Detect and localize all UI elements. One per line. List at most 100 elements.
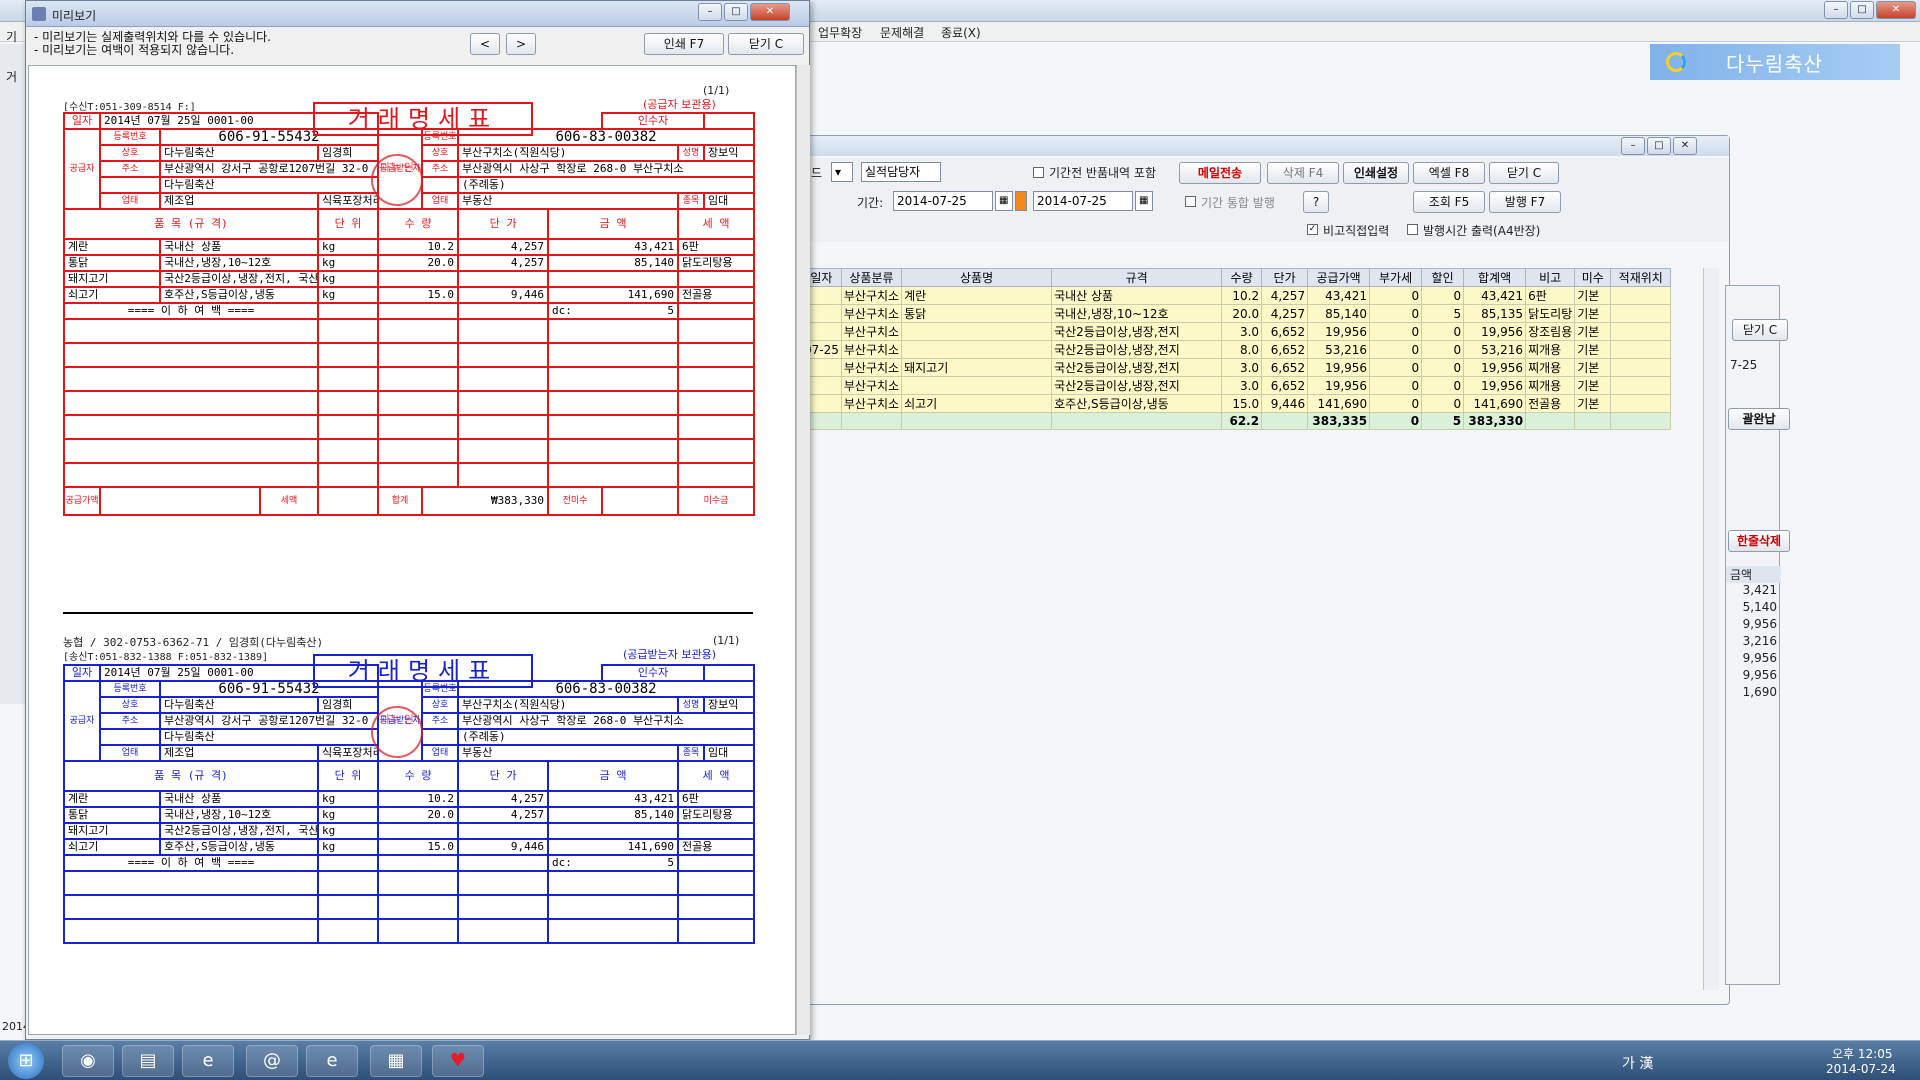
calendar-icon[interactable]: ▦ bbox=[995, 191, 1013, 211]
table-cell[interactable]: 호주산,S등급이상,냉동 bbox=[1051, 394, 1223, 413]
column-header[interactable]: 미수 bbox=[1574, 268, 1612, 287]
table-cell[interactable]: 0 bbox=[1421, 340, 1465, 359]
ie-icon[interactable]: e bbox=[306, 1045, 358, 1077]
grid-scrollbar[interactable] bbox=[1703, 268, 1719, 990]
table-cell[interactable]: 기본 bbox=[1574, 394, 1612, 413]
table-cell[interactable]: 4,257 bbox=[1261, 304, 1309, 323]
table-cell[interactable]: 통닭 bbox=[901, 304, 1053, 323]
table-cell[interactable]: 0 bbox=[1421, 376, 1465, 395]
table-cell[interactable]: 돼지고기 bbox=[901, 358, 1053, 377]
side-close-button[interactable]: 닫기 C bbox=[1732, 319, 1788, 341]
table-row[interactable]: 부산구치소 돼지고기 국산2등급이상,냉장,전지 3.0 6,652 19,956 0 0 19… bbox=[801, 358, 1672, 377]
table-cell[interactable]: 계란 bbox=[901, 286, 1053, 305]
table-cell[interactable]: 0 bbox=[1369, 340, 1423, 359]
table-cell[interactable]: 국산2등급이상,냉장,전지 bbox=[1051, 358, 1223, 377]
table-cell[interactable] bbox=[1610, 340, 1672, 359]
table-cell[interactable] bbox=[1610, 322, 1672, 341]
table-cell[interactable]: 3.0 bbox=[1221, 376, 1263, 395]
table-cell[interactable]: 기본 bbox=[1574, 322, 1612, 341]
table-cell[interactable] bbox=[1610, 376, 1672, 395]
table-cell[interactable]: 닭도리탕 bbox=[1525, 304, 1576, 323]
table-cell[interactable] bbox=[901, 322, 1053, 341]
table-cell[interactable]: 43,421 bbox=[1463, 286, 1527, 305]
table-cell[interactable]: 기본 bbox=[1574, 340, 1612, 359]
table-row[interactable]: 부산구치소 쇠고기 호주산,S등급이상,냉동 15.0 9,446 141,690 0 0 14… bbox=[801, 394, 1672, 413]
date-to-field[interactable]: 2014-07-25 bbox=[1033, 191, 1133, 211]
table-cell[interactable]: 부산구치소 bbox=[840, 322, 903, 341]
preview-close-button[interactable]: 닫기 C bbox=[728, 33, 804, 55]
table-cell[interactable]: 20.0 bbox=[1221, 304, 1263, 323]
table-cell[interactable] bbox=[1610, 304, 1672, 323]
table-cell[interactable] bbox=[901, 376, 1053, 395]
column-header[interactable]: 할인 bbox=[1421, 268, 1465, 287]
dropdown-arrow-icon[interactable] bbox=[1015, 191, 1027, 211]
table-cell[interactable]: 전골용 bbox=[1525, 394, 1576, 413]
table-cell[interactable]: 19,956 bbox=[1463, 322, 1527, 341]
start-button-icon[interactable]: ⊞ bbox=[8, 1043, 44, 1079]
table-cell[interactable]: 43,421 bbox=[1307, 286, 1371, 305]
table-cell[interactable]: 10.2 bbox=[1221, 286, 1263, 305]
table-cell[interactable]: 찌개용 bbox=[1525, 376, 1576, 395]
table-cell[interactable]: 6,652 bbox=[1261, 340, 1309, 359]
table-cell[interactable]: 85,140 bbox=[1307, 304, 1371, 323]
table-cell[interactable]: 부산구치소 bbox=[840, 286, 903, 305]
table-cell[interactable]: 부산구치소 bbox=[840, 358, 903, 377]
table-row[interactable]: 부산구치소 국산2등급이상,냉장,전지 3.0 6,652 19,956 0 0 19,956… bbox=[801, 322, 1672, 341]
row-delete-button[interactable]: 한줄삭제 bbox=[1728, 530, 1790, 552]
menu-item-troubleshoot[interactable]: 문제해결 bbox=[880, 24, 924, 41]
table-cell[interactable]: 국내산 상품 bbox=[1051, 286, 1223, 305]
table-cell[interactable]: 85,135 bbox=[1463, 304, 1527, 323]
table-cell[interactable]: 0 bbox=[1421, 322, 1465, 341]
period-merge-checkbox[interactable] bbox=[1185, 196, 1196, 207]
column-header[interactable]: 적재위치 bbox=[1610, 268, 1672, 287]
table-cell[interactable]: 19,956 bbox=[1307, 376, 1371, 395]
table-cell[interactable] bbox=[1610, 358, 1672, 377]
sales-rep-field[interactable]: 실적담당자 bbox=[861, 162, 941, 182]
table-cell[interactable]: 5 bbox=[1421, 304, 1465, 323]
table-cell[interactable]: 부산구치소 bbox=[840, 394, 903, 413]
maximize-icon[interactable]: □ bbox=[1647, 137, 1671, 155]
table-cell[interactable]: 53,216 bbox=[1307, 340, 1371, 359]
table-cell[interactable]: 19,956 bbox=[1307, 358, 1371, 377]
next-page-button[interactable]: > bbox=[506, 33, 536, 55]
table-cell[interactable]: 쇠고기 bbox=[901, 394, 1053, 413]
calculator-icon[interactable]: ▦ bbox=[370, 1045, 422, 1077]
menu-item-extend[interactable]: 업무확장 bbox=[818, 24, 862, 41]
column-header[interactable]: 상품분류 bbox=[840, 268, 903, 287]
table-cell[interactable]: 9,446 bbox=[1261, 394, 1309, 413]
date-from-field[interactable]: 2014-07-25 bbox=[893, 191, 993, 211]
table-cell[interactable]: 기본 bbox=[1574, 286, 1612, 305]
table-cell[interactable] bbox=[901, 340, 1053, 359]
table-cell[interactable]: 부산구치소 bbox=[840, 340, 903, 359]
close-icon[interactable]: ✕ bbox=[1876, 1, 1916, 19]
preview-scrollbar[interactable] bbox=[796, 65, 810, 1035]
table-cell[interactable]: 국산2등급이상,냉장,전지 bbox=[1051, 376, 1223, 395]
close-icon[interactable]: ✕ bbox=[750, 3, 790, 21]
table-cell[interactable]: 6,652 bbox=[1261, 358, 1309, 377]
table-cell[interactable]: 기본 bbox=[1574, 376, 1612, 395]
table-cell[interactable]: 3.0 bbox=[1221, 322, 1263, 341]
table-cell[interactable]: 국내산,냉장,10~12호 bbox=[1051, 304, 1223, 323]
calendar-icon[interactable]: ▦ bbox=[1135, 191, 1153, 211]
table-cell[interactable]: 0 bbox=[1369, 304, 1423, 323]
table-cell[interactable]: 0 bbox=[1369, 286, 1423, 305]
maximize-icon[interactable]: □ bbox=[1850, 1, 1874, 19]
table-cell[interactable]: 찌개용 bbox=[1525, 358, 1576, 377]
table-cell[interactable]: 기본 bbox=[1574, 358, 1612, 377]
minimize-icon[interactable]: – bbox=[1824, 1, 1848, 19]
menu-item-exit[interactable]: 종료(X) bbox=[941, 24, 981, 41]
print-button[interactable]: 인쇄 F7 bbox=[644, 33, 724, 55]
heart-icon[interactable]: ♥ bbox=[432, 1045, 484, 1077]
close-button[interactable]: 닫기 C bbox=[1489, 162, 1559, 184]
table-cell[interactable]: 15.0 bbox=[1221, 394, 1263, 413]
table-cell[interactable]: 0 bbox=[1369, 358, 1423, 377]
column-header[interactable]: 단가 bbox=[1261, 268, 1309, 287]
issue-button[interactable]: 발행 F7 bbox=[1489, 191, 1561, 213]
table-cell[interactable]: 19,956 bbox=[1463, 358, 1527, 377]
table-cell[interactable]: 장조림용 bbox=[1525, 322, 1576, 341]
table-cell[interactable]: 6판 bbox=[1525, 286, 1576, 305]
column-header[interactable]: 수량 bbox=[1221, 268, 1263, 287]
table-cell[interactable]: 0 bbox=[1369, 376, 1423, 395]
minimize-icon[interactable]: – bbox=[1621, 137, 1645, 155]
table-cell[interactable]: 4,257 bbox=[1261, 286, 1309, 305]
